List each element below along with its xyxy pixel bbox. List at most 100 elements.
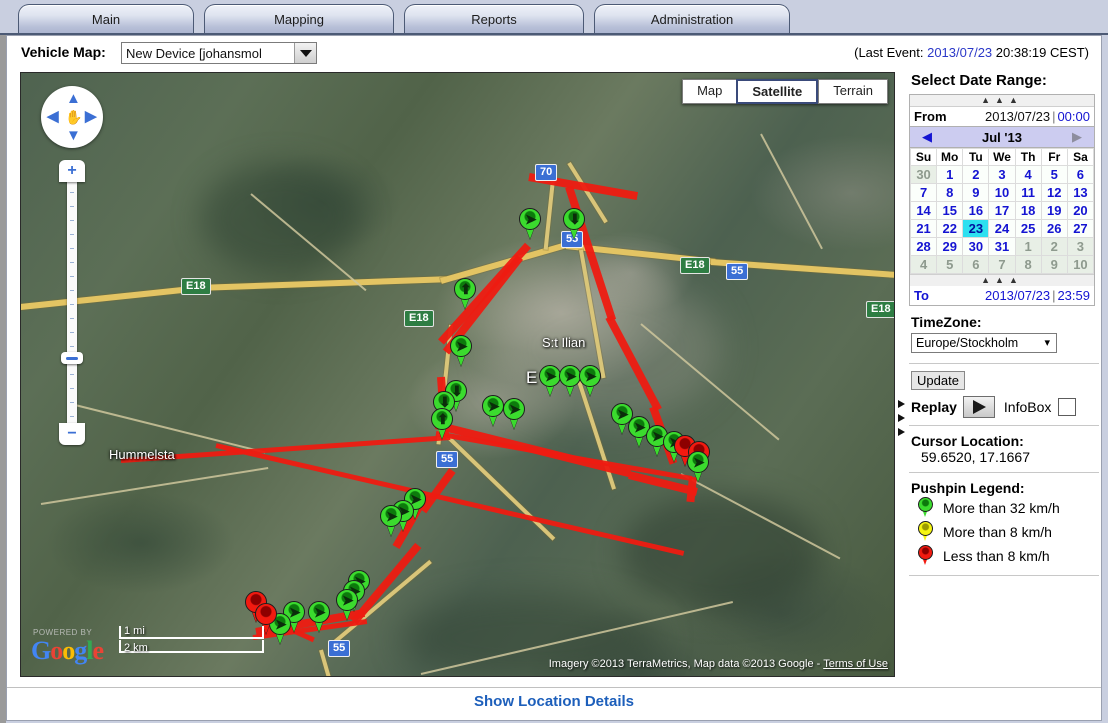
calendar-day[interactable]: 30 (909, 165, 938, 184)
map-pin[interactable]: ➤ (579, 365, 601, 397)
map-pin[interactable]: ➤ (519, 208, 541, 240)
pan-left-icon[interactable]: ◀ (47, 109, 59, 124)
map-pin[interactable]: ➤ (539, 365, 561, 397)
map-pin[interactable]: ➤ (308, 601, 330, 633)
terms-of-use-link[interactable]: Terms of Use (823, 658, 888, 670)
show-location-details-link[interactable]: Show Location Details (7, 693, 1101, 710)
play-icon[interactable] (962, 396, 995, 418)
calendar-day[interactable]: 4 (1014, 165, 1042, 184)
infobox-checkbox[interactable] (1058, 398, 1077, 416)
calendar-day[interactable]: 9 (1040, 255, 1068, 274)
zoom-in-button[interactable]: + (59, 160, 85, 182)
month-navigator[interactable]: ◀ Jul '13 ▶ (910, 126, 1094, 148)
calendar-day[interactable]: 10 (1066, 255, 1095, 274)
pan-control[interactable]: ▲ ▼ ◀ ▶ ✋ (41, 86, 103, 148)
calendar-day[interactable]: 12 (1040, 183, 1068, 202)
date-range-calendar[interactable]: ▲▲▲ From 2013/07/23 | 00:00 ◀ Jul '13 ▶ Su… (909, 94, 1095, 306)
calendar-day[interactable]: 5 (936, 255, 964, 274)
calendar-grid[interactable]: Su Mo Tu We Th Fr Sa 30 1 2 3 4 5 6 7 8 9 10 11 12 13… (909, 148, 1095, 274)
zoom-out-button[interactable]: − (59, 423, 85, 445)
calendar-day[interactable]: 31 (988, 237, 1016, 256)
tab-reports[interactable]: Reports (404, 4, 584, 34)
map-pin[interactable]: ⬇ (563, 208, 585, 240)
calendar-day[interactable]: 3 (1066, 237, 1095, 256)
map-pin[interactable]: ⬆ (454, 278, 476, 310)
map-viewport[interactable]: 70 55 55 55 55 E18 E18 E18 E18 Hummelsta… (20, 72, 895, 677)
calendar-day[interactable]: 16 (962, 201, 990, 220)
tab-mapping[interactable]: Mapping (204, 4, 394, 34)
zoom-slider-thumb[interactable] (61, 352, 83, 364)
pan-up-icon[interactable]: ▲ (66, 91, 81, 106)
calendar-day[interactable]: 9 (962, 183, 990, 202)
update-button[interactable]: Update (911, 371, 965, 390)
map-pin[interactable]: ➤ (559, 365, 581, 397)
from-row[interactable]: From 2013/07/23 | 00:00 (910, 107, 1094, 126)
calendar-day[interactable]: 2 (1040, 237, 1068, 256)
tab-administration[interactable]: Administration (594, 4, 790, 34)
pan-right-icon[interactable]: ▶ (85, 109, 97, 124)
calendar-body[interactable]: 30 1 2 3 4 5 6 7 8 9 10 11 12 13 14 15 16 17 18 19 20 21 22 23 2… (909, 165, 1095, 274)
calendar-day[interactable]: 13 (1066, 183, 1095, 202)
calendar-day[interactable]: 17 (988, 201, 1016, 220)
calendar-day[interactable]: 26 (1040, 219, 1068, 238)
calendar-day[interactable]: 25 (1014, 219, 1042, 238)
device-select[interactable]: New Device [johansmol (121, 42, 317, 64)
calendar-day[interactable]: 22 (936, 219, 964, 238)
calendar-day[interactable]: 7 (988, 255, 1016, 274)
map-type-map[interactable]: Map (682, 79, 737, 104)
pan-down-icon[interactable]: ▼ (66, 128, 81, 143)
map-type-terrain[interactable]: Terrain (818, 79, 888, 104)
calendar-day[interactable]: 5 (1040, 165, 1068, 184)
calendar-day[interactable]: 6 (1066, 165, 1095, 184)
map-pin[interactable]: ➤ (503, 398, 525, 430)
calendar-day[interactable]: 10 (988, 183, 1016, 202)
map-pin[interactable]: ➤ (380, 505, 402, 537)
chevron-down-icon[interactable] (294, 43, 316, 63)
calendar-day[interactable]: 14 (909, 201, 938, 220)
calendar-day[interactable]: 2 (962, 165, 990, 184)
map-pin[interactable]: ➤ (687, 451, 709, 483)
calendar-day[interactable]: 1 (1014, 237, 1042, 256)
calendar-day[interactable]: 28 (909, 237, 938, 256)
calendar-day[interactable]: 29 (936, 237, 964, 256)
map-canvas[interactable]: 70 55 55 55 55 E18 E18 E18 E18 Hummelsta… (21, 73, 894, 676)
zoom-rail[interactable] (67, 180, 77, 426)
calendar-day[interactable]: 21 (909, 219, 938, 238)
map-pin[interactable]: ➤ (482, 395, 504, 427)
calendar-day[interactable]: 20 (1066, 201, 1095, 220)
tab-main[interactable]: Main (18, 4, 194, 34)
prev-month-icon[interactable]: ◀ (910, 129, 944, 145)
calendar-day[interactable]: 3 (988, 165, 1016, 184)
map-type-satellite[interactable]: Satellite (736, 79, 819, 104)
panel-collapse-handle[interactable] (896, 396, 907, 441)
calendar-day[interactable]: 8 (936, 183, 964, 202)
to-time[interactable]: 23:59 (1057, 288, 1090, 303)
calendar-day[interactable]: 7 (909, 183, 938, 202)
calendar-day[interactable]: 30 (962, 237, 990, 256)
map-pin[interactable]: ⬆ (431, 408, 453, 440)
to-row[interactable]: To 2013/07/23 | 23:59 (910, 286, 1094, 305)
calendar-day[interactable]: 23 (962, 219, 990, 238)
calendar-day[interactable]: 11 (1014, 183, 1042, 202)
timezone-select[interactable]: Europe/Stockholm ▾ (911, 333, 1057, 353)
to-spinner[interactable]: ▲▲▲ (910, 274, 1094, 286)
calendar-day[interactable]: 6 (962, 255, 990, 274)
calendar-day[interactable]: 27 (1066, 219, 1095, 238)
from-spinner[interactable]: ▲▲▲ (910, 95, 1094, 107)
to-date[interactable]: 2013/07/23 (985, 288, 1050, 303)
calendar-day[interactable]: 4 (909, 255, 938, 274)
next-month-icon[interactable]: ▶ (1060, 129, 1094, 145)
from-time[interactable]: 00:00 (1057, 109, 1090, 124)
calendar-day[interactable]: 19 (1040, 201, 1068, 220)
hand-icon[interactable]: ✋ (65, 109, 82, 126)
calendar-day[interactable]: 15 (936, 201, 964, 220)
map-pin[interactable]: ➤ (450, 335, 472, 367)
zoom-slider[interactable]: + − (59, 160, 85, 445)
from-date[interactable]: 2013/07/23 (985, 109, 1050, 124)
calendar-day[interactable]: 24 (988, 219, 1016, 238)
map-type-switcher[interactable]: Map Satellite Terrain (682, 79, 888, 104)
calendar-day[interactable]: 8 (1014, 255, 1042, 274)
map-pin[interactable]: ➤ (336, 589, 358, 621)
calendar-day[interactable]: 18 (1014, 201, 1042, 220)
calendar-day[interactable]: 1 (936, 165, 964, 184)
